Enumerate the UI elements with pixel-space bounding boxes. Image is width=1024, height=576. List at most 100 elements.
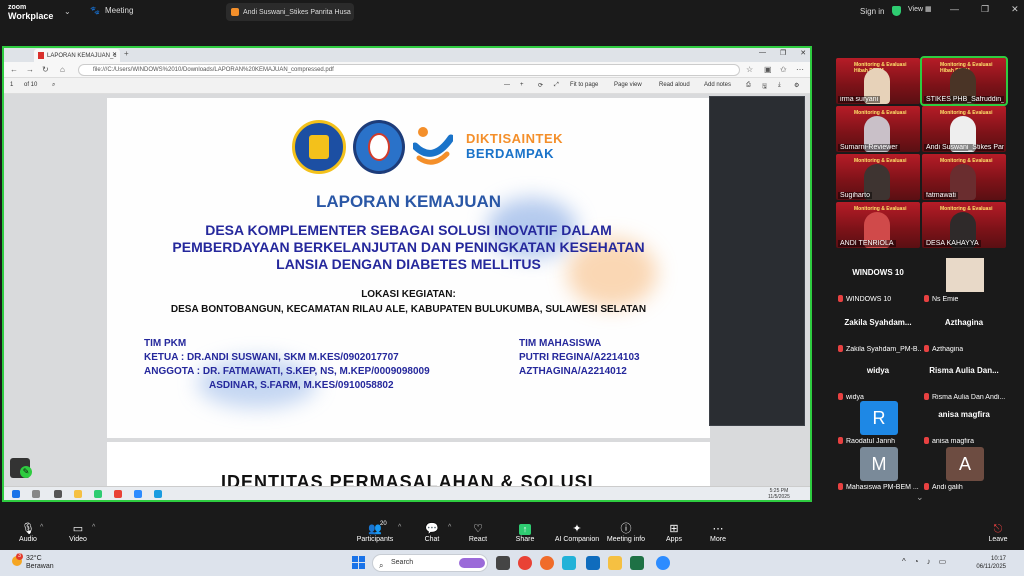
close-icon[interactable]: ✕ — [800, 49, 806, 57]
page-number-input[interactable]: 1 — [10, 82, 13, 88]
video-tile[interactable]: Monitoring & Evaluasi Sumarni-Reviewer — [836, 106, 920, 152]
tray-chevron-icon[interactable]: ^ — [902, 557, 906, 566]
zoom-in-icon[interactable]: + — [520, 82, 524, 88]
video-tile[interactable]: Monitoring & Evaluasi fatmawati — [922, 154, 1006, 200]
add-notes-button[interactable]: Add notes — [704, 82, 731, 88]
participant-name: Raodatul Jannh — [846, 438, 896, 445]
view-label: View — [908, 6, 924, 13]
participant-tile[interactable]: M Mahasiswa PM-BEM ... — [836, 446, 920, 492]
tab-close-icon[interactable]: ✕ — [112, 51, 117, 58]
sign-in-button[interactable]: Sign in — [860, 7, 884, 16]
ai-companion-button[interactable]: ✦ AI Companion — [552, 522, 602, 543]
read-aloud-button[interactable]: Read aloud — [659, 82, 690, 88]
save-as-icon[interactable]: ⤓ — [778, 82, 781, 89]
participant-tile[interactable]: WINDOWS 10 WINDOWS 10 — [836, 258, 920, 304]
favorite-icon[interactable]: ☆ — [746, 65, 753, 74]
leave-button[interactable]: ⎋ Leave — [976, 522, 1020, 543]
video-options-chevron-icon[interactable]: ^ — [92, 524, 95, 531]
minimize-icon[interactable]: — — [950, 4, 959, 15]
video-button[interactable]: ▭ Video ^ — [56, 522, 100, 543]
participant-tile[interactable]: Risma Aulia Dan... Risma Aulia Dan Andi.… — [922, 356, 1006, 402]
taskbar-search-input[interactable]: ⌕ Search — [372, 554, 488, 572]
close-icon[interactable]: ✕ — [1011, 4, 1019, 15]
zoom-app-icon[interactable] — [656, 556, 670, 570]
url-input[interactable]: file:///C:/Users/WINDOWS%2010/Downloads/… — [78, 64, 740, 76]
taskbar-clock[interactable]: 10:17 06/11/2025 — [966, 555, 1006, 571]
battery-icon[interactable]: ▭ — [939, 557, 947, 566]
react-button[interactable]: ♡ React — [456, 522, 500, 543]
participant-tile[interactable]: Azthagina Azthagina — [922, 308, 1006, 354]
clock-time: 10:17 — [990, 556, 1006, 562]
start-icon[interactable] — [352, 556, 365, 569]
video-tile[interactable]: Monitoring & Evaluasi ANDI TENRIOLA — [836, 202, 920, 248]
meeting-info-button[interactable]: ⓘ Meeting info — [604, 522, 648, 543]
share-screen-icon: ↑ — [519, 524, 531, 535]
zoom-out-icon[interactable]: — — [504, 82, 510, 88]
more-button[interactable]: ⋯ More — [696, 522, 740, 543]
zoom-workplace-logo[interactable]: zoom Workplace — [8, 3, 53, 21]
annotation-tool-icon[interactable]: ✎ — [10, 458, 32, 478]
participant-display-name: Zakila Syahdam... — [844, 318, 912, 327]
video-tile[interactable]: Monitoring & Evaluasi Sugiharto — [836, 154, 920, 200]
diktisaintek-logo-mark — [413, 127, 453, 165]
participant-tile[interactable]: widya widya — [836, 356, 920, 402]
chat-button[interactable]: 💬 Chat ^ — [410, 522, 454, 543]
restore-icon[interactable]: ❐ — [780, 49, 786, 57]
save-icon[interactable]: 🖫 — [762, 82, 767, 92]
pdf-viewer[interactable]: DIKTISAINTEK BERDAMPAK LAPORAN KEMAJUAN … — [4, 94, 810, 492]
video-tile[interactable]: Monitoring & Evaluasi DESA KAHAYYA — [922, 202, 1006, 248]
participants-options-chevron-icon[interactable]: ^ — [398, 524, 401, 531]
share-tab[interactable]: Andi Suswani_Stikes Panrita Husa ⊖ — [226, 3, 354, 21]
favorites-icon[interactable]: ✩ — [780, 65, 787, 74]
participant-tile[interactable]: R Raodatul Jannh — [836, 400, 920, 446]
more-icon[interactable]: ⋯ — [796, 65, 804, 74]
chat-options-chevron-icon[interactable]: ^ — [448, 524, 451, 531]
browser-tab[interactable]: LAPORAN KEMAJUAN_c — [34, 49, 120, 62]
split-screen-icon[interactable]: ▣ — [764, 65, 772, 74]
page-view-button[interactable]: Page view — [614, 82, 642, 88]
forward-icon[interactable]: → — [26, 65, 34, 74]
shared-windows-taskbar: 5:25 PM 11/5/2025 — [4, 486, 810, 500]
firefox-icon[interactable] — [540, 556, 554, 570]
fit-to-page-button[interactable]: Fit to page — [570, 82, 598, 88]
search-icon[interactable]: ⌕ — [52, 82, 55, 89]
chrome-icon[interactable] — [518, 556, 532, 570]
volume-icon[interactable]: ♪ — [927, 557, 931, 566]
restore-icon[interactable]: ❐ — [981, 4, 989, 15]
settings-icon[interactable]: ⚙ — [794, 82, 799, 89]
view-button[interactable]: View ▦ — [908, 5, 932, 13]
task-view-icon[interactable] — [496, 556, 510, 570]
video-tile[interactable]: Monitoring & EvaluasiHibah DPPM irma sur… — [836, 58, 920, 104]
rotate-icon[interactable]: ⟳ — [538, 82, 543, 89]
chevron-down-icon[interactable]: ⌄ — [64, 7, 71, 16]
anggota-line-2: ASDINAR, S.FARM, M.KES/0910058802 — [209, 380, 394, 391]
home-icon[interactable]: ⌂ — [60, 65, 65, 74]
apps-button[interactable]: ⊞ Apps — [652, 522, 696, 543]
audio-options-chevron-icon[interactable]: ^ — [40, 524, 43, 531]
new-tab-icon[interactable]: + — [124, 49, 129, 58]
print-icon[interactable]: ⎙ — [746, 82, 751, 89]
audio-button[interactable]: 🎙 Audio ^ — [6, 522, 50, 543]
back-icon[interactable]: ← — [10, 65, 18, 74]
participants-label: Participants — [356, 536, 394, 543]
copilot-icon[interactable] — [562, 556, 576, 570]
participant-tile[interactable]: anisa magfira anisa magfira — [922, 400, 1006, 446]
screen-share-icon — [231, 8, 239, 16]
wifi-icon[interactable]: ◔ — [914, 557, 919, 566]
chevron-down-icon[interactable]: ⌄ — [916, 492, 924, 503]
refresh-icon[interactable]: ↻ — [42, 65, 49, 74]
video-tile-active-speaker[interactable]: Monitoring & EvaluasiHibah DPPM STIKES P… — [920, 56, 1008, 106]
participants-button[interactable]: 👥 20 Participants ^ — [352, 521, 402, 543]
excel-icon[interactable] — [630, 556, 644, 570]
participant-tile[interactable]: A Andi galih — [922, 446, 1006, 492]
participant-tile[interactable]: Zakila Syahdam... Zakila Syahdam_PM-B... — [836, 308, 922, 354]
minimize-icon[interactable]: — — [759, 49, 766, 57]
video-tile[interactable]: Monitoring & Evaluasi Andi Suswani_Stike… — [922, 106, 1006, 152]
file-explorer-icon[interactable] — [608, 556, 622, 570]
audio-label: Audio — [19, 536, 37, 543]
participant-tile[interactable]: Ns Emie — [922, 258, 1006, 304]
fit-icon[interactable]: ⤢ — [554, 82, 559, 89]
meeting-tab[interactable]: 🐾 Meeting — [90, 6, 133, 15]
share-button[interactable]: ↑ Share — [503, 522, 547, 543]
outlook-icon[interactable] — [586, 556, 600, 570]
